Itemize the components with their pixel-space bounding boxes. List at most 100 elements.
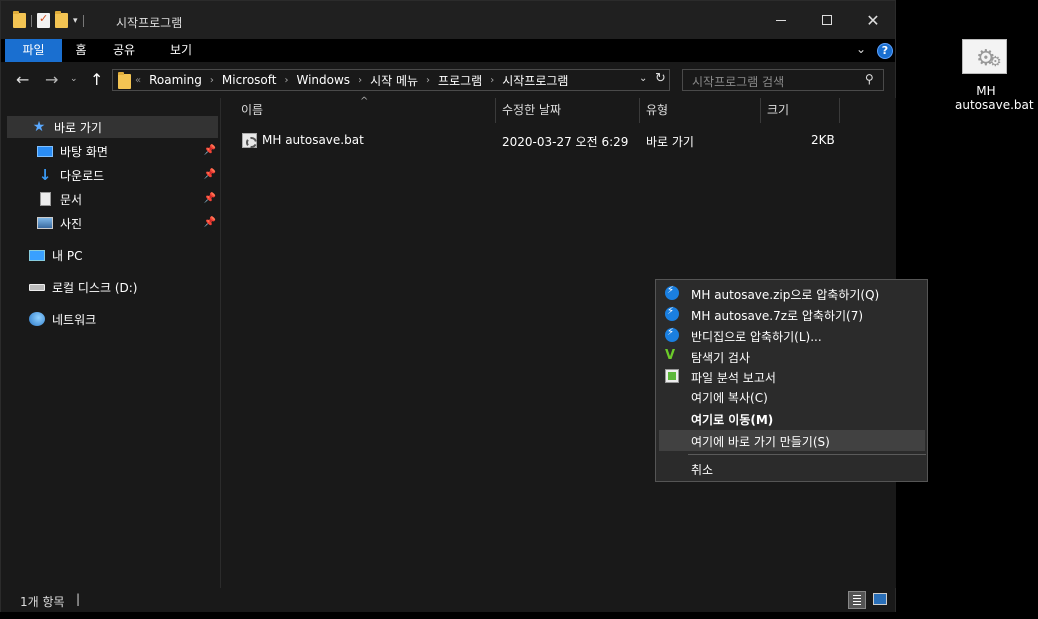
details-view-button[interactable] [848, 591, 866, 609]
minimize-button[interactable] [758, 1, 804, 39]
tab-file[interactable]: 파일 [5, 39, 62, 62]
search-input[interactable]: 시작프로그램 검색 ⚲ [682, 69, 884, 91]
title-bar[interactable]: ▾ 시작프로그램 ✕ [1, 1, 895, 39]
properties-icon[interactable] [37, 12, 50, 28]
menu-item-7z-compress[interactable]: MH autosave.7z로 압축하기(7) [659, 304, 925, 325]
batch-file-icon: ⚙ ⚙ [962, 39, 1007, 74]
address-bar[interactable]: « Roaming › Microsoft › Windows › 시작 메뉴 … [112, 69, 670, 91]
folder-icon [118, 72, 131, 89]
menu-item-label: 탐색기 검사 [691, 351, 751, 365]
breadcrumb-chevron-icon[interactable]: › [490, 75, 494, 86]
pin-icon[interactable]: 📌 [204, 217, 216, 228]
breadcrumb-chevron-icon[interactable]: › [284, 75, 288, 86]
breadcrumb: « Roaming › Microsoft › Windows › 시작 메뉴 … [135, 70, 568, 90]
forward-button[interactable]: → [45, 70, 58, 89]
bandizip-icon [665, 306, 679, 321]
menu-item-create-shortcut[interactable]: 여기에 바로 가기 만들기(S) [659, 430, 925, 451]
menu-item-analysis-report[interactable]: 파일 분석 보고서 [659, 366, 925, 387]
breadcrumb-item[interactable]: Microsoft [222, 73, 277, 87]
status-separator: | [76, 592, 81, 606]
recent-locations-icon[interactable]: ⌄ [70, 74, 78, 84]
qat-separator [31, 14, 32, 27]
menu-item-label: MH autosave.zip으로 압축하기(Q) [691, 288, 880, 302]
breadcrumb-item[interactable]: 시작 메뉴 [370, 72, 418, 89]
breadcrumb-item[interactable]: 프로그램 [438, 72, 482, 89]
sidebar-item-local-disk-d[interactable]: 로컬 디스크 (D:) [7, 276, 218, 298]
breadcrumb-item[interactable]: Roaming [149, 73, 202, 87]
new-folder-icon[interactable] [55, 11, 68, 28]
menu-item-label: 여기에 바로 가기 만들기(S) [691, 435, 830, 449]
context-menu: MH autosave.zip으로 압축하기(Q) MH autosave.7z… [655, 279, 928, 482]
column-header-size[interactable]: 크기 [761, 98, 840, 123]
up-button[interactable]: ↑ [90, 70, 103, 89]
column-header-type[interactable]: 유형 [640, 98, 761, 123]
large-icons-view-button[interactable] [873, 593, 887, 605]
v3-antivirus-icon: V [665, 349, 679, 363]
menu-item-cancel[interactable]: 취소 [659, 458, 925, 479]
sidebar-item-network[interactable]: 네트워크 [7, 308, 218, 330]
tab-home[interactable]: 홈 [66, 39, 96, 62]
refresh-icon[interactable]: ↻ [655, 71, 666, 86]
search-icon[interactable]: ⚲ [865, 72, 874, 86]
breadcrumb-chevron-icon[interactable]: › [426, 75, 430, 86]
sidebar-item-label: 바탕 화면 [60, 144, 108, 159]
menu-item-scan[interactable]: V 탐색기 검사 [659, 346, 925, 367]
qat-dropdown-icon[interactable]: ▾ [73, 16, 78, 26]
sidebar-item-downloads[interactable]: ↓ 다운로드 📌 [7, 164, 218, 186]
menu-item-label: 여기로 이동(M) [691, 413, 774, 427]
back-button[interactable]: ← [16, 70, 29, 89]
breadcrumb-item[interactable]: Windows [296, 73, 350, 87]
sidebar-item-quick-access[interactable]: ★ 바로 가기 [7, 116, 218, 138]
column-header-date[interactable]: 수정한 날짜 [496, 98, 640, 123]
bandizip-icon [665, 327, 679, 342]
sidebar-item-label: 내 PC [52, 248, 83, 263]
breadcrumb-chevron-icon[interactable]: › [210, 75, 214, 86]
shortcut-file-icon [242, 133, 257, 148]
desktop-file-label-line: autosave.bat [955, 98, 1034, 112]
desktop-file-label-line: MH [976, 84, 996, 98]
pin-icon[interactable]: 📌 [204, 145, 216, 156]
table-row[interactable]: MH autosave.bat 2020-03-27 오전 6:29 바로 가기… [240, 128, 840, 152]
close-button[interactable]: ✕ [850, 1, 896, 39]
menu-item-label: 여기에 복사(C) [691, 391, 768, 405]
breadcrumb-item[interactable]: 시작프로그램 [502, 72, 568, 89]
file-name: MH autosave.bat [262, 133, 364, 147]
navigation-bar: ← → ⌄ ↑ « Roaming › Microsoft › Windows … [1, 62, 895, 98]
menu-item-move-here[interactable]: 여기로 이동(M) [659, 408, 925, 429]
sidebar-item-label: 다운로드 [60, 168, 105, 183]
pin-icon[interactable]: 📌 [204, 193, 216, 204]
menu-item-label: 취소 [691, 463, 714, 477]
tab-share[interactable]: 공유 [106, 39, 142, 62]
tab-view[interactable]: 보기 [161, 39, 201, 62]
menu-item-bandizip-compress[interactable]: 반디집으로 압축하기(L)... [659, 325, 925, 346]
maximize-button[interactable] [804, 1, 850, 39]
pin-icon[interactable]: 📌 [204, 169, 216, 180]
breadcrumb-overflow-icon[interactable]: « [135, 75, 141, 86]
breadcrumb-chevron-icon[interactable]: › [358, 75, 362, 86]
star-icon: ★ [32, 119, 46, 135]
expand-ribbon-icon[interactable]: ⌄ [856, 42, 866, 56]
minimize-icon [776, 19, 786, 21]
sidebar-item-pictures[interactable]: 사진 📌 [7, 212, 218, 234]
sidebar-item-documents[interactable]: 문서 📌 [7, 188, 218, 210]
menu-item-label: MH autosave.7z로 압축하기(7) [691, 309, 864, 323]
desktop-file-icon[interactable]: ⚙ ⚙ MH autosave.bat [955, 36, 1034, 116]
sidebar-item-label: 문서 [60, 192, 83, 207]
ribbon-tabs: 파일 홈 공유 보기 ⌄ ? [1, 39, 895, 62]
search-placeholder: 시작프로그램 검색 [692, 75, 785, 89]
address-dropdown-icon[interactable]: ⌄ [639, 73, 647, 84]
desktop-icon [37, 144, 53, 158]
item-count: 1개 항목 [20, 595, 65, 609]
menu-item-label: 파일 분석 보고서 [691, 371, 776, 385]
gear-icon: ⚙ [989, 54, 1002, 70]
menu-item-copy-here[interactable]: 여기에 복사(C) [659, 386, 925, 407]
qat-separator [82, 14, 84, 27]
menu-item-zip-compress[interactable]: MH autosave.zip으로 압축하기(Q) [659, 283, 925, 304]
sidebar-item-label: 로컬 디스크 (D:) [52, 280, 138, 295]
quick-access-toolbar: ▾ [13, 11, 84, 28]
help-icon[interactable]: ? [877, 43, 893, 59]
column-header-name[interactable]: 이름 [235, 98, 496, 123]
sidebar-item-desktop[interactable]: 바탕 화면 📌 [7, 140, 218, 162]
pictures-icon [37, 216, 53, 230]
sidebar-item-this-pc[interactable]: 내 PC [7, 244, 218, 266]
